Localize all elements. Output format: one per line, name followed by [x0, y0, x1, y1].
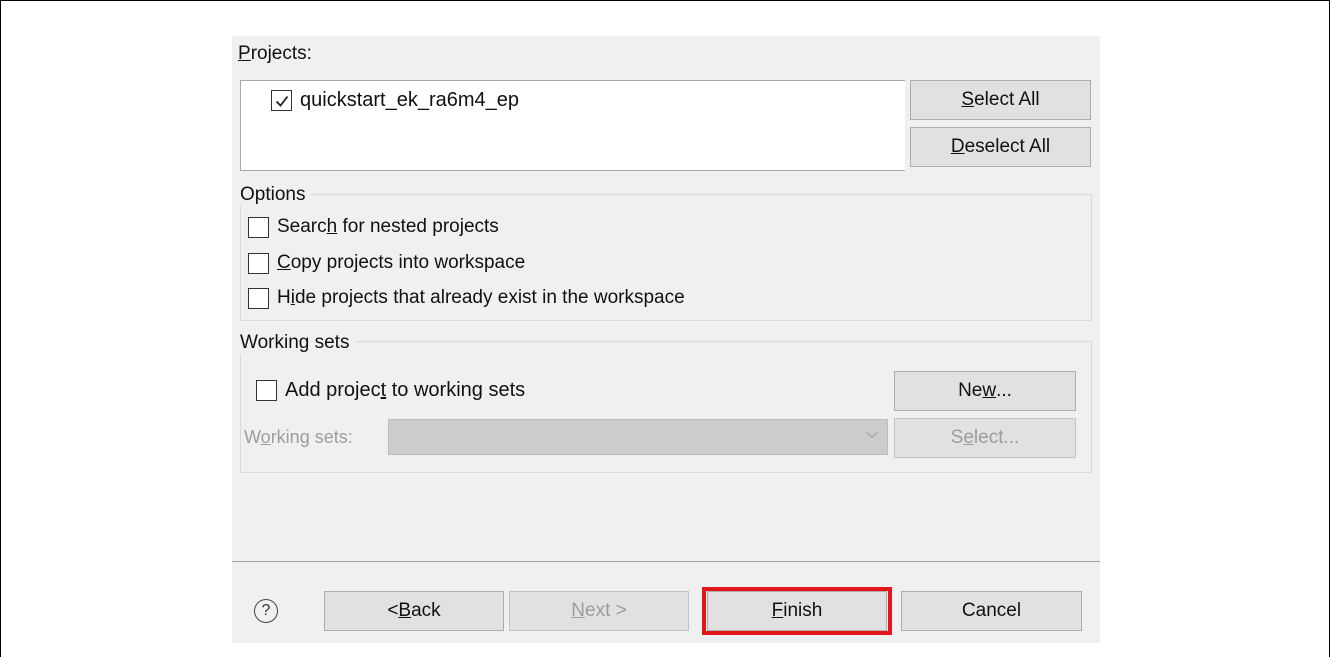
select-working-set-button: Se lect...: [894, 418, 1076, 458]
hide-existing-option[interactable]: Hide projects that already exist in the …: [248, 287, 685, 309]
finish-highlight-box: [702, 587, 892, 635]
checkmark-icon: [275, 95, 288, 107]
working-sets-title: Working sets: [240, 332, 356, 354]
hide-existing-checkbox[interactable]: [248, 287, 269, 309]
options-title: Options: [240, 184, 312, 206]
list-item[interactable]: quickstart_ek_ra6m4_ep: [271, 89, 519, 112]
back-button[interactable]: < Back: [324, 591, 504, 631]
search-nested-option[interactable]: Search for nested projects: [248, 216, 499, 238]
cancel-button[interactable]: Cancel: [901, 591, 1082, 631]
option-label: Add project to working sets: [285, 379, 526, 401]
projects-label: Projects:: [238, 43, 312, 64]
add-to-working-sets-checkbox[interactable]: [256, 380, 277, 401]
next-button: Next >: [509, 591, 689, 631]
chevron-down-icon: [866, 432, 878, 439]
copy-projects-checkbox[interactable]: [248, 252, 269, 274]
option-label: Search for nested projects: [277, 216, 499, 237]
import-projects-dialog: Projects: quickstart_ek_ra6m4_ep Select …: [232, 36, 1100, 643]
search-nested-checkbox[interactable]: [248, 216, 269, 238]
add-to-working-sets-option[interactable]: Add project to working sets: [256, 379, 525, 402]
project-name: quickstart_ek_ra6m4_ep: [300, 89, 520, 111]
deselect-all-button[interactable]: Deselect All: [910, 127, 1091, 167]
working-sets-combo: [388, 419, 888, 455]
new-working-set-button[interactable]: Ne w...: [894, 371, 1076, 411]
option-label: Copy projects into workspace: [277, 252, 526, 273]
copy-projects-option[interactable]: Copy projects into workspace: [248, 252, 525, 274]
projects-list[interactable]: quickstart_ek_ra6m4_ep: [240, 80, 905, 171]
working-sets-combo-label: Working sets:: [244, 427, 353, 447]
project-checkbox[interactable]: [271, 90, 292, 111]
footer-separator: [232, 561, 1100, 562]
option-label: Hide projects that already exist in the …: [277, 287, 685, 308]
select-all-button[interactable]: Select All: [910, 80, 1091, 120]
help-icon[interactable]: ?: [254, 599, 278, 623]
